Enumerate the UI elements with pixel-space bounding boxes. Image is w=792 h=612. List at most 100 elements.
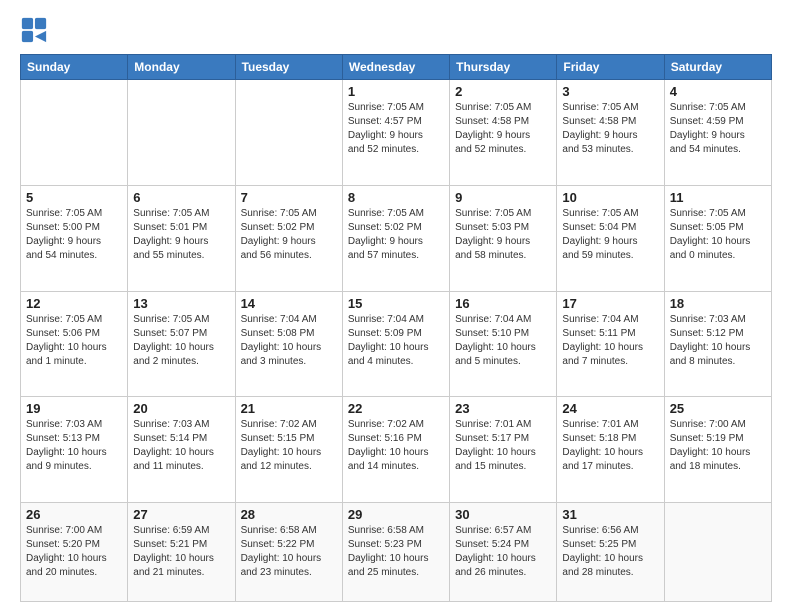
day-number: 6 bbox=[133, 190, 229, 205]
calendar-day-cell: 27 Sunrise: 6:59 AM Sunset: 5:21 PM Dayli… bbox=[128, 503, 235, 602]
day-info: Sunrise: 7:05 AM Sunset: 5:00 PM Dayligh… bbox=[26, 207, 122, 263]
day-info: Sunrise: 7:03 AM Sunset: 5:12 PM Dayligh… bbox=[670, 313, 766, 369]
calendar-week-row: 12 Sunrise: 7:05 AM Sunset: 5:06 PM Dayli… bbox=[21, 291, 772, 397]
calendar-day-cell bbox=[235, 80, 342, 186]
calendar-day-cell: 9Sunrise: 7:05 AM Sunset: 5:03 PM Daylig… bbox=[450, 185, 557, 291]
calendar-day-cell: 21 Sunrise: 7:02 AM Sunset: 5:15 PM Dayli… bbox=[235, 397, 342, 503]
page: SundayMondayTuesdayWednesdayThursdayFrid… bbox=[0, 0, 792, 612]
calendar-day-cell: 15 Sunrise: 7:04 AM Sunset: 5:09 PM Dayli… bbox=[342, 291, 449, 397]
day-info: Sunrise: 7:05 AM Sunset: 5:06 PM Dayligh… bbox=[26, 313, 122, 369]
calendar-day-cell: 31 Sunrise: 6:56 AM Sunset: 5:25 PM Dayli… bbox=[557, 503, 664, 602]
day-number: 2 bbox=[455, 84, 551, 99]
day-info: Sunrise: 7:04 AM Sunset: 5:09 PM Dayligh… bbox=[348, 313, 444, 369]
day-info: Sunrise: 6:56 AM Sunset: 5:25 PM Dayligh… bbox=[562, 524, 658, 580]
calendar-day-cell bbox=[664, 503, 771, 602]
day-info: Sunrise: 7:05 AM Sunset: 5:03 PM Dayligh… bbox=[455, 207, 551, 263]
calendar-weekday-friday: Friday bbox=[557, 55, 664, 80]
day-number: 20 bbox=[133, 401, 229, 416]
calendar-day-cell bbox=[21, 80, 128, 186]
day-info: Sunrise: 7:05 AM Sunset: 4:58 PM Dayligh… bbox=[455, 101, 551, 157]
day-info: Sunrise: 7:03 AM Sunset: 5:13 PM Dayligh… bbox=[26, 418, 122, 474]
calendar-weekday-sunday: Sunday bbox=[21, 55, 128, 80]
calendar-week-row: 19Sunrise: 7:03 AM Sunset: 5:13 PM Dayli… bbox=[21, 397, 772, 503]
calendar-day-cell: 10Sunrise: 7:05 AM Sunset: 5:04 PM Dayli… bbox=[557, 185, 664, 291]
calendar-day-cell: 12 Sunrise: 7:05 AM Sunset: 5:06 PM Dayli… bbox=[21, 291, 128, 397]
calendar-day-cell: 6 Sunrise: 7:05 AM Sunset: 5:01 PM Daylig… bbox=[128, 185, 235, 291]
day-number: 14 bbox=[241, 296, 337, 311]
day-number: 27 bbox=[133, 507, 229, 522]
day-info: Sunrise: 7:05 AM Sunset: 4:59 PM Dayligh… bbox=[670, 101, 766, 157]
calendar-day-cell: 1 Sunrise: 7:05 AM Sunset: 4:57 PM Daylig… bbox=[342, 80, 449, 186]
calendar-day-cell: 25 Sunrise: 7:00 AM Sunset: 5:19 PM Dayli… bbox=[664, 397, 771, 503]
day-number: 24 bbox=[562, 401, 658, 416]
day-info: Sunrise: 7:01 AM Sunset: 5:17 PM Dayligh… bbox=[455, 418, 551, 474]
calendar-day-cell: 2 Sunrise: 7:05 AM Sunset: 4:58 PM Daylig… bbox=[450, 80, 557, 186]
calendar-day-cell: 29 Sunrise: 6:58 AM Sunset: 5:23 PM Dayli… bbox=[342, 503, 449, 602]
calendar-day-cell: 11 Sunrise: 7:05 AM Sunset: 5:05 PM Dayli… bbox=[664, 185, 771, 291]
day-info: Sunrise: 7:02 AM Sunset: 5:16 PM Dayligh… bbox=[348, 418, 444, 474]
day-number: 23 bbox=[455, 401, 551, 416]
calendar-weekday-thursday: Thursday bbox=[450, 55, 557, 80]
calendar-day-cell: 19Sunrise: 7:03 AM Sunset: 5:13 PM Dayli… bbox=[21, 397, 128, 503]
day-info: Sunrise: 7:04 AM Sunset: 5:10 PM Dayligh… bbox=[455, 313, 551, 369]
calendar-day-cell: 24 Sunrise: 7:01 AM Sunset: 5:18 PM Dayli… bbox=[557, 397, 664, 503]
day-number: 10 bbox=[562, 190, 658, 205]
day-number: 21 bbox=[241, 401, 337, 416]
day-number: 17 bbox=[562, 296, 658, 311]
day-number: 29 bbox=[348, 507, 444, 522]
day-info: Sunrise: 6:58 AM Sunset: 5:23 PM Dayligh… bbox=[348, 524, 444, 580]
calendar-week-row: 26Sunrise: 7:00 AM Sunset: 5:20 PM Dayli… bbox=[21, 503, 772, 602]
calendar-day-cell: 20Sunrise: 7:03 AM Sunset: 5:14 PM Dayli… bbox=[128, 397, 235, 503]
day-info: Sunrise: 6:59 AM Sunset: 5:21 PM Dayligh… bbox=[133, 524, 229, 580]
day-number: 8 bbox=[348, 190, 444, 205]
calendar-day-cell: 18 Sunrise: 7:03 AM Sunset: 5:12 PM Dayli… bbox=[664, 291, 771, 397]
day-info: Sunrise: 7:02 AM Sunset: 5:15 PM Dayligh… bbox=[241, 418, 337, 474]
day-info: Sunrise: 7:05 AM Sunset: 5:02 PM Dayligh… bbox=[241, 207, 337, 263]
header bbox=[20, 16, 772, 44]
day-number: 18 bbox=[670, 296, 766, 311]
calendar-weekday-wednesday: Wednesday bbox=[342, 55, 449, 80]
day-info: Sunrise: 6:57 AM Sunset: 5:24 PM Dayligh… bbox=[455, 524, 551, 580]
day-number: 16 bbox=[455, 296, 551, 311]
calendar-day-cell: 28 Sunrise: 6:58 AM Sunset: 5:22 PM Dayli… bbox=[235, 503, 342, 602]
day-number: 30 bbox=[455, 507, 551, 522]
calendar-day-cell: 14 Sunrise: 7:04 AM Sunset: 5:08 PM Dayli… bbox=[235, 291, 342, 397]
day-number: 28 bbox=[241, 507, 337, 522]
day-number: 25 bbox=[670, 401, 766, 416]
calendar-week-row: 1 Sunrise: 7:05 AM Sunset: 4:57 PM Daylig… bbox=[21, 80, 772, 186]
day-number: 22 bbox=[348, 401, 444, 416]
calendar-day-cell: 13Sunrise: 7:05 AM Sunset: 5:07 PM Dayli… bbox=[128, 291, 235, 397]
logo-icon bbox=[20, 16, 48, 44]
calendar-weekday-saturday: Saturday bbox=[664, 55, 771, 80]
day-number: 5 bbox=[26, 190, 122, 205]
day-info: Sunrise: 6:58 AM Sunset: 5:22 PM Dayligh… bbox=[241, 524, 337, 580]
calendar-day-cell: 3Sunrise: 7:05 AM Sunset: 4:58 PM Daylig… bbox=[557, 80, 664, 186]
day-number: 1 bbox=[348, 84, 444, 99]
day-number: 13 bbox=[133, 296, 229, 311]
day-number: 31 bbox=[562, 507, 658, 522]
day-info: Sunrise: 7:00 AM Sunset: 5:19 PM Dayligh… bbox=[670, 418, 766, 474]
day-number: 3 bbox=[562, 84, 658, 99]
calendar-day-cell: 30 Sunrise: 6:57 AM Sunset: 5:24 PM Dayli… bbox=[450, 503, 557, 602]
day-number: 11 bbox=[670, 190, 766, 205]
day-number: 12 bbox=[26, 296, 122, 311]
calendar-table: SundayMondayTuesdayWednesdayThursdayFrid… bbox=[20, 54, 772, 602]
calendar-day-cell: 22 Sunrise: 7:02 AM Sunset: 5:16 PM Dayli… bbox=[342, 397, 449, 503]
logo bbox=[20, 16, 52, 44]
day-info: Sunrise: 7:05 AM Sunset: 5:01 PM Dayligh… bbox=[133, 207, 229, 263]
calendar-day-cell: 17 Sunrise: 7:04 AM Sunset: 5:11 PM Dayli… bbox=[557, 291, 664, 397]
day-number: 15 bbox=[348, 296, 444, 311]
calendar-day-cell bbox=[128, 80, 235, 186]
day-number: 7 bbox=[241, 190, 337, 205]
day-info: Sunrise: 7:05 AM Sunset: 5:05 PM Dayligh… bbox=[670, 207, 766, 263]
day-info: Sunrise: 7:04 AM Sunset: 5:08 PM Dayligh… bbox=[241, 313, 337, 369]
day-info: Sunrise: 7:05 AM Sunset: 4:57 PM Dayligh… bbox=[348, 101, 444, 157]
calendar-header-row: SundayMondayTuesdayWednesdayThursdayFrid… bbox=[21, 55, 772, 80]
day-number: 4 bbox=[670, 84, 766, 99]
calendar-week-row: 5 Sunrise: 7:05 AM Sunset: 5:00 PM Daylig… bbox=[21, 185, 772, 291]
calendar-day-cell: 26Sunrise: 7:00 AM Sunset: 5:20 PM Dayli… bbox=[21, 503, 128, 602]
day-info: Sunrise: 7:04 AM Sunset: 5:11 PM Dayligh… bbox=[562, 313, 658, 369]
calendar-weekday-tuesday: Tuesday bbox=[235, 55, 342, 80]
day-info: Sunrise: 7:00 AM Sunset: 5:20 PM Dayligh… bbox=[26, 524, 122, 580]
day-info: Sunrise: 7:01 AM Sunset: 5:18 PM Dayligh… bbox=[562, 418, 658, 474]
